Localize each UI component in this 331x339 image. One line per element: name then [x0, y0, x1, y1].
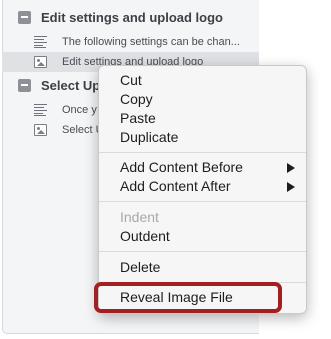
- context-menu: Cut Copy Paste Duplicate Add Content Bef…: [98, 65, 307, 314]
- menu-item-copy[interactable]: Copy: [99, 90, 306, 109]
- highlight-annotation: [94, 282, 282, 313]
- image-icon: [34, 56, 47, 68]
- collapse-icon[interactable]: [18, 78, 31, 92]
- menu-item-indent: Indent: [120, 209, 159, 225]
- window: Edit settings and upload logo The follow…: [0, 0, 331, 339]
- menu-item-label: Add Content After: [120, 178, 231, 194]
- section-header-select-upload[interactable]: Select Up: [18, 75, 100, 95]
- menu-separator: [99, 251, 306, 252]
- outline-item[interactable]: The following settings can be chan...: [2, 32, 259, 52]
- outline-item-label: The following settings can be chan...: [62, 36, 240, 48]
- menu-item-cut[interactable]: Cut: [99, 71, 306, 90]
- menu-item-label: Add Content Before: [120, 159, 243, 175]
- menu-separator: [99, 152, 306, 153]
- section-title: Select Up: [41, 77, 101, 93]
- menu-item-add-content-after[interactable]: Add Content After: [99, 177, 306, 196]
- collapse-icon[interactable]: [18, 10, 31, 24]
- outline-item-label: Once y: [62, 104, 97, 116]
- menu-item-delete[interactable]: Delete: [99, 258, 306, 277]
- menu-item-add-content-before[interactable]: Add Content Before: [99, 158, 306, 177]
- menu-item-outdent[interactable]: Outdent: [99, 227, 306, 246]
- triangle-right-icon: [287, 182, 295, 192]
- menu-item-paste[interactable]: Paste: [99, 109, 306, 128]
- image-icon: [34, 124, 47, 136]
- triangle-right-icon: [287, 163, 295, 173]
- section-header-edit-settings[interactable]: Edit settings and upload logo: [18, 7, 223, 27]
- text-page-icon: [34, 104, 47, 116]
- menu-separator: [99, 201, 306, 202]
- section-title: Edit settings and upload logo: [41, 9, 223, 25]
- text-page-icon: [34, 36, 47, 48]
- menu-item-duplicate[interactable]: Duplicate: [99, 128, 306, 147]
